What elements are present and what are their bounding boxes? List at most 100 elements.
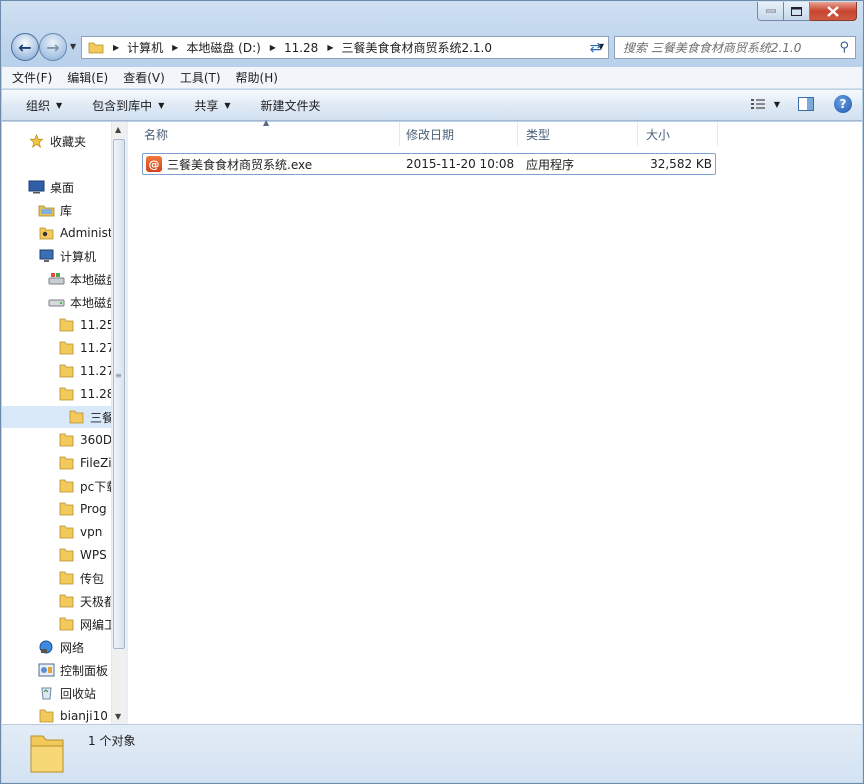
column-modified-label: 修改日期: [406, 127, 455, 142]
chevron-down-icon: ▼: [224, 100, 231, 110]
sidebar-item-recycle-bin[interactable]: 回收站: [2, 682, 111, 704]
column-size-label: 大小: [646, 127, 671, 142]
column-header-name[interactable]: 名称: [136, 122, 400, 146]
include-in-library-button[interactable]: 包含到库中 ▼: [92, 97, 164, 114]
sidebar-item-folder-wps[interactable]: WPS: [2, 544, 111, 566]
forward-button[interactable]: →: [39, 33, 67, 61]
sidebar-item-label: 控制面板: [60, 663, 109, 678]
sidebar-item-administrator[interactable]: Administ: [2, 222, 111, 244]
sidebar-item-current-folder[interactable]: 三餐: [2, 406, 111, 428]
folder-icon: [59, 571, 74, 585]
maximize-button[interactable]: [784, 2, 810, 21]
sidebar-item-library[interactable]: 库: [2, 199, 111, 221]
file-name-cell: @ 三餐美食食材商贸系统.exe: [146, 154, 312, 174]
desktop-icon: [28, 180, 45, 194]
sidebar-item-folder-filezilla[interactable]: FileZi: [2, 452, 111, 474]
file-list-pane: ▲ 名称 修改日期 类型 大小 @ 三餐美食食材商贸系统.exe 2015-11…: [128, 118, 862, 724]
sidebar-item-label: WPS: [80, 548, 107, 562]
breadcrumb-separator-icon[interactable]: ▶: [113, 43, 119, 52]
share-button[interactable]: 共享 ▼: [194, 97, 230, 114]
help-icon[interactable]: ?: [834, 95, 852, 113]
column-header-modified[interactable]: 修改日期: [398, 122, 518, 146]
sidebar-item-folder-upload[interactable]: 传包: [2, 567, 111, 589]
sidebar-item-folder-1127b[interactable]: 11.27: [2, 360, 111, 382]
favorites-star-icon: [29, 134, 44, 148]
breadcrumb-computer[interactable]: 计算机: [127, 39, 163, 56]
user-folder-icon: [39, 227, 54, 240]
sidebar-item-control-panel[interactable]: 控制面板: [2, 659, 111, 681]
menu-tools[interactable]: 工具(T): [180, 69, 221, 86]
new-folder-button[interactable]: 新建文件夹: [261, 97, 321, 114]
folder-icon: [69, 410, 84, 424]
sidebar-item-label: vpn: [80, 525, 103, 539]
sidebar-item-folder-vpn[interactable]: vpn: [2, 521, 111, 543]
sidebar-item-favorites[interactable]: 收藏夹: [2, 130, 111, 152]
drive-icon: [48, 299, 65, 307]
scroll-up-icon[interactable]: ▲: [115, 125, 121, 134]
minimize-button[interactable]: [757, 2, 784, 21]
navigation-scrollbar[interactable]: ▲ ≡ ▼: [111, 122, 126, 724]
sidebar-item-local-disk-c[interactable]: 本地磁盘: [2, 268, 111, 290]
refresh-button[interactable]: ⇄: [583, 36, 608, 59]
sidebar-item-label: 库: [60, 203, 73, 218]
command-bar: 组织 ▼ 包含到库中 ▼ 共享 ▼ 新建文件夹 ▼ ?: [2, 90, 862, 121]
file-modified: 2015-11-20 10:08: [406, 157, 515, 171]
column-header-type[interactable]: 类型: [518, 122, 638, 146]
sidebar-item-folder-360d[interactable]: 360D: [2, 429, 111, 451]
view-options-icon[interactable]: [750, 97, 766, 111]
file-type: 应用程序: [526, 157, 575, 172]
sidebar-item-folder-1127a[interactable]: 11.27: [2, 337, 111, 359]
file-row[interactable]: @ 三餐美食食材商贸系统.exe 2015-11-20 10:08 应用程序 3…: [142, 153, 716, 175]
sidebar-item-label: 桌面: [50, 180, 75, 195]
folder-icon: [39, 709, 54, 723]
maximize-icon: [791, 6, 802, 16]
sidebar-item-folder-wangbian[interactable]: 网编工: [2, 613, 111, 635]
sidebar-item-label: 11.25: [80, 318, 111, 332]
sidebar-item-folder-program[interactable]: Prog: [2, 498, 111, 520]
recent-pages-dropdown[interactable]: ▼: [70, 42, 76, 51]
search-icon[interactable]: ⚲: [839, 40, 849, 55]
organize-button[interactable]: 组织 ▼: [26, 97, 62, 114]
sidebar-item-label: 三餐: [90, 410, 111, 425]
share-label: 共享: [194, 98, 219, 113]
folder-icon: [59, 502, 74, 516]
breadcrumb-separator-icon[interactable]: ▶: [172, 43, 178, 52]
window-controls: [757, 2, 857, 21]
menu-file[interactable]: 文件(F): [12, 69, 52, 86]
sidebar-item-local-disk-d[interactable]: 本地磁盘: [2, 291, 111, 313]
menu-help[interactable]: 帮助(H): [236, 69, 278, 86]
breadcrumb-separator-icon[interactable]: ▶: [270, 43, 276, 52]
scroll-down-icon[interactable]: ▼: [115, 712, 121, 721]
sidebar-item-network[interactable]: 网络: [2, 636, 111, 658]
back-button[interactable]: ←: [11, 33, 39, 61]
breadcrumb-folder-1128[interactable]: 11.28: [284, 41, 318, 55]
sidebar-item-desktop[interactable]: 桌面: [2, 176, 111, 198]
sidebar-item-label: 360D: [80, 433, 111, 447]
chevron-down-icon[interactable]: ▼: [774, 100, 780, 109]
search-input[interactable]: 搜索 三餐美食食材商贸系统2.1.0 ⚲: [614, 36, 856, 59]
sidebar-item-label: 11.27: [80, 341, 111, 355]
close-button[interactable]: [810, 2, 857, 21]
column-header-size[interactable]: 大小: [638, 122, 718, 146]
sidebar-item-folder-1125[interactable]: 11.25: [2, 314, 111, 336]
grip-icon: ≡: [115, 371, 122, 380]
menu-edit[interactable]: 编辑(E): [67, 69, 108, 86]
sidebar-item-bianji10[interactable]: bianji10: [2, 705, 111, 724]
scrollbar-thumb[interactable]: [113, 139, 125, 649]
sidebar-item-label: Prog: [80, 502, 107, 516]
address-bar[interactable]: ▶ 计算机 ▶ 本地磁盘 (D:) ▶ 11.28 ▶ 三餐美食食材商贸系统2.…: [81, 36, 609, 59]
folder-icon: [59, 364, 74, 378]
breadcrumb-separator-icon[interactable]: ▶: [327, 43, 333, 52]
breadcrumb: ▶ 计算机 ▶ 本地磁盘 (D:) ▶ 11.28 ▶ 三餐美食食材商贸系统2.…: [104, 39, 492, 56]
preview-pane-icon[interactable]: [798, 97, 814, 111]
menu-view[interactable]: 查看(V): [123, 69, 165, 86]
back-arrow-icon: ←: [18, 37, 32, 57]
sidebar-item-folder-1128[interactable]: 11.28: [2, 383, 111, 405]
breadcrumb-current-folder[interactable]: 三餐美食食材商贸系统2.1.0: [341, 39, 492, 56]
sidebar-item-folder-tianji[interactable]: 天极都: [2, 590, 111, 612]
folder-icon: [59, 548, 74, 562]
sidebar-item-computer[interactable]: 计算机: [2, 245, 111, 267]
sidebar-item-folder-pc-download[interactable]: pc下载: [2, 475, 111, 497]
breadcrumb-drive[interactable]: 本地磁盘 (D:): [186, 39, 260, 56]
navigation-bar: ← → ▼ ▶ 计算机 ▶ 本地磁盘 (D:) ▶ 11.28 ▶ 三餐美食食材…: [9, 31, 856, 63]
